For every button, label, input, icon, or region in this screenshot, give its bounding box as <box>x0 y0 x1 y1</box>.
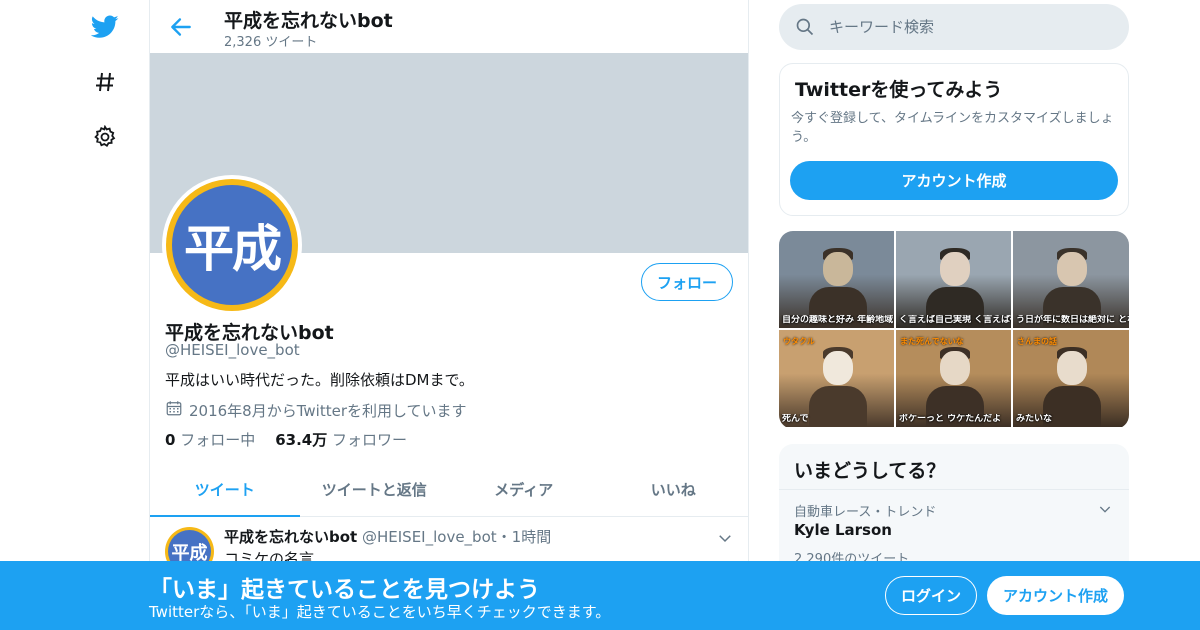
profile-avatar[interactable]: 平成 <box>162 175 302 315</box>
search-icon <box>795 17 815 37</box>
following-label: フォロー中 <box>180 431 256 449</box>
search-box[interactable] <box>779 4 1129 50</box>
calendar-icon <box>165 399 183 421</box>
create-account-button[interactable]: アカウント作成 <box>790 161 1118 200</box>
chevron-down-icon[interactable] <box>716 529 734 547</box>
tab-tweets[interactable]: ツイート <box>150 463 300 517</box>
trends-title: いまどうしてる？ <box>794 460 946 482</box>
thumbnail-caption: 死んで <box>782 414 809 424</box>
thumbnail-caption: く言えば自己実現 く言えば徹底的にバカになる <box>899 315 1011 325</box>
tab-media[interactable]: メディア <box>449 463 599 516</box>
thumbnail-figure-head <box>1057 252 1088 287</box>
tweet-author-handle[interactable]: @HEISEI_love_bot <box>362 528 497 546</box>
signup-card: Twitterを使ってみよう 今すぐ登録して、タイムラインをカスタマイズしましょ… <box>779 63 1129 216</box>
profile-stats: 0 フォロー中 63.4万 フォロワー <box>165 429 407 450</box>
tweet-header: 平成を忘れないbot @HEISEI_love_bot・1時間 <box>224 526 551 547</box>
media-thumbnail[interactable]: 自分の趣味と好み 年齢地域 全て吐き出して恐れない <box>779 231 894 328</box>
tab-likes[interactable]: いいね <box>599 463 749 516</box>
thumbnail-caption: う日が年に数日は絶対に となりに来ました <box>1016 315 1129 325</box>
followers-count: 63.4万 <box>275 431 328 449</box>
gear-icon[interactable] <box>90 122 120 152</box>
signup-button[interactable]: アカウント作成 <box>987 576 1124 615</box>
bottom-signup-bar: 「いま」起きていることを見つけよう Twitterなら、「いま」起きていることを… <box>0 561 1200 630</box>
thumbnail-tag: また死んでないな <box>900 337 964 346</box>
avatar-text: 平成 <box>172 185 292 305</box>
thumbnail-tag: ウタクル <box>783 337 815 346</box>
search-input[interactable] <box>829 17 1109 37</box>
media-thumbnail[interactable]: う日が年に数日は絶対に となりに来ました <box>1013 231 1129 328</box>
back-arrow-icon[interactable] <box>168 14 194 40</box>
thumbnail-figure-head <box>1057 351 1088 386</box>
header-title: 平成を忘れないbot <box>224 10 393 32</box>
following-link[interactable]: 0 フォロー中 <box>165 429 255 450</box>
follow-button[interactable]: フォロー <box>641 263 733 301</box>
bottom-bar-title: 「いま」起きていることを見つけよう <box>149 577 540 603</box>
thumbnail-figure-head <box>939 252 970 287</box>
media-thumbnail[interactable]: さんまの話 みたいな <box>1013 330 1129 427</box>
profile-column: 平成を忘れないbot 2,326 ツイート 平成 フォロー 平成を忘れないbot… <box>149 0 749 630</box>
media-thumbnail[interactable]: ウタクル 死んで <box>779 330 894 427</box>
tweet-time[interactable]: 1時間 <box>512 528 552 546</box>
media-thumbnail[interactable]: また死んでないなポケーっと ウケたんだよ <box>896 330 1011 427</box>
chevron-down-icon[interactable] <box>1097 501 1113 517</box>
page: 平成を忘れないbot 2,326 ツイート 平成 フォロー 平成を忘れないbot… <box>0 0 1200 630</box>
thumbnail-caption: 自分の趣味と好み 年齢地域 全て吐き出して恐れない <box>782 315 894 325</box>
trend-name: Kyle Larson <box>794 521 892 539</box>
thumbnail-figure-head <box>822 351 853 386</box>
thumbnail-figure-head <box>939 351 970 386</box>
profile-bio: 平成はいい時代だった。削除依頼はDMまで。 <box>165 371 474 389</box>
header-tweet-count: 2,326 ツイート <box>224 35 318 50</box>
joined-text: 2016年8月からTwitterを利用しています <box>189 401 467 420</box>
media-thumbnail[interactable]: く言えば自己実現 く言えば徹底的にバカになる <box>896 231 1011 328</box>
bottom-bar-subtitle: Twitterなら、「いま」起きていることをいち早くチェックできます。 <box>149 603 611 621</box>
tweet-separator: ・ <box>496 528 512 546</box>
followers-label: フォロワー <box>332 431 408 449</box>
tweet-author-name[interactable]: 平成を忘れないbot <box>224 528 357 546</box>
left-nav <box>80 0 140 630</box>
thumbnail-tag: さんまの話 <box>1017 337 1057 346</box>
media-grid: 自分の趣味と好み 年齢地域 全て吐き出して恐れないく言えば自己実現 く言えば徹底… <box>779 231 1129 429</box>
thumbnail-caption: みたいな <box>1016 414 1053 424</box>
signup-description: 今すぐ登録して、タイムラインをカスタマイズしましょう。 <box>791 111 1114 145</box>
joined-date: 2016年8月からTwitterを利用しています <box>165 399 467 421</box>
divider <box>779 489 1129 490</box>
thumbnail-caption: ポケーっと ウケたんだよ <box>899 414 1002 424</box>
hashtag-icon[interactable] <box>90 67 120 97</box>
avatar-ring: 平成 <box>166 179 298 311</box>
profile-handle: @HEISEI_love_bot <box>165 341 300 359</box>
trend-meta: 自動車レース・トレンド <box>794 505 937 520</box>
profile-tabs: ツイート ツイートと返信 メディア いいね <box>150 463 748 517</box>
signup-title: Twitterを使ってみよう <box>795 79 1003 101</box>
twitter-logo-icon[interactable] <box>90 12 120 42</box>
login-button[interactable]: ログイン <box>885 576 977 615</box>
profile-header: 平成を忘れないbot 2,326 ツイート <box>150 0 748 53</box>
following-count: 0 <box>165 431 176 449</box>
trends-panel: いまどうしてる？ 自動車レース・トレンド Kyle Larson 2,290件の… <box>779 444 1129 574</box>
tab-tweets-and-replies[interactable]: ツイートと返信 <box>300 463 450 516</box>
thumbnail-figure-head <box>822 252 853 287</box>
followers-link[interactable]: 63.4万 フォロワー <box>275 429 407 450</box>
